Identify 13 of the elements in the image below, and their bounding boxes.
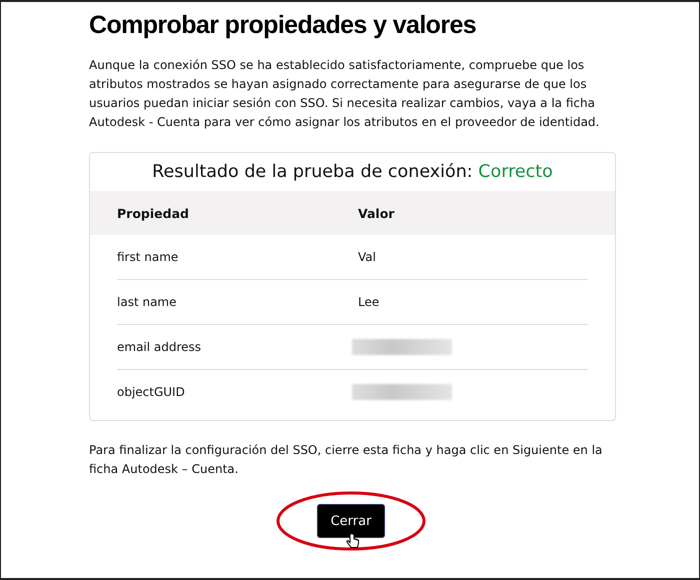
close-button[interactable]: Cerrar [316,504,386,538]
table-cell-text: Lee [358,295,380,309]
table-cell-text: objectGUID [117,385,186,399]
column-header: Valor [358,206,396,220]
page-heading: Comprobar propiedades y valores [89,10,478,40]
intro-paragraph: Aunque la conexión SSO se ha establecido satisfactoriamente, compruebe que los atributos mostrados se hayan asignado correctamente para asegurarse de que los usuarios puedan iniciar sesión con SSO. Si necesita realizar cambios, vaya a la ficha Autodesk - Cuenta para ver cómo asignar los atributos en el proveedor de identidad. [89,57,600,131]
column-header: Propiedad [117,206,190,220]
footer-paragraph: Para finalizar la configuración del SSO, cierre esta ficha y haga clic en Siguiente en la ficha Autodesk – Cuenta. [89,442,604,478]
table-cell-text: last name [117,295,178,309]
result-title: Resultado de la prueba de conexión: Correcto [151,161,554,184]
table-cell-text: Val [358,250,377,264]
table-cell-text: email address [117,340,202,354]
table-cell-text: first name [117,250,180,264]
